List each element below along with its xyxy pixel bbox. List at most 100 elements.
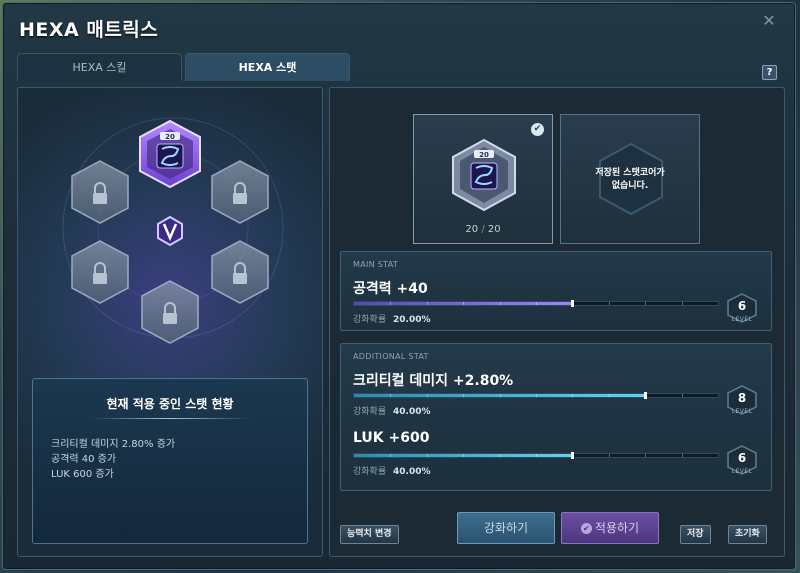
rate-value: 40.00% (393, 407, 431, 417)
main-stat-progress-bar (353, 300, 719, 307)
main-stat-name: 공격력 +40 (353, 281, 428, 297)
main-stat-row: 공격력 +40 강화확률 20.00% 6 LEVEL (353, 278, 763, 338)
progress-knob (644, 392, 648, 399)
additional-stat-rate: 강화확률 40.00% (353, 404, 431, 417)
applied-stat-line: LUK 600 증가 (51, 469, 114, 480)
progress-tick (390, 454, 392, 457)
additional-stat-row: 크리티컬 데미지 +2.80% 강화확률 40.00% 8 LEVEL (353, 370, 763, 430)
core-count: 20 / 20 (414, 224, 552, 235)
additional-stat-name: LUK +600 (353, 430, 430, 446)
progress-tick (499, 302, 501, 305)
hex-matrix-panel: 20 현재 적용 중인 스탯 현황 크리티컬 데미지 2.80% 증가 공격력 … (17, 87, 323, 557)
additional-stat-progress-bar (353, 392, 719, 399)
level-value: 6 (737, 451, 747, 465)
progress-tick (536, 454, 537, 457)
title-divider (90, 418, 250, 419)
core-count-max: 20 (487, 224, 501, 235)
core-count-separator: / (481, 224, 485, 235)
apply-button[interactable]: ✔ 적용하기 (561, 512, 659, 544)
locked-slot-bottom (141, 280, 199, 344)
no-saved-core-line1: 저장된 스탯코어가 (595, 168, 665, 178)
applied-stat-line: 공격력 40 증가 (51, 454, 117, 465)
rate-value: 40.00% (393, 467, 431, 477)
rate-label: 강화확률 (353, 315, 387, 325)
reset-button[interactable]: 초기화 (728, 525, 767, 544)
no-saved-core-message: 저장된 스탯코어가 없습니다. (561, 167, 699, 193)
rate-label: 강화확률 (353, 407, 387, 417)
change-stat-button[interactable]: 능력치 변경 (340, 525, 399, 544)
tab-hexa-skill[interactable]: HEXA 스킬 (17, 53, 182, 81)
hexa-matrix-window: HEXA 매트릭스 ✕ HEXA 스킬 HEXA 스탯 ? 20 현재 적용 중… (2, 2, 796, 570)
check-circle-icon: ✔ (580, 523, 592, 534)
main-stat-rate: 강화확률 20.00% (353, 312, 431, 325)
additional-stat-progress-bar (353, 452, 719, 459)
hexa-v-emblem-icon (157, 215, 183, 247)
rate-label: 강화확률 (353, 467, 387, 477)
progress-tick (608, 394, 610, 397)
additional-stat-row: LUK +600 강화확률 40.00% 6 LEVEL (353, 430, 763, 490)
active-core-slot[interactable] (139, 119, 201, 189)
core-count-current: 20 (465, 224, 479, 235)
progress-tick (463, 454, 465, 457)
progress-tick (572, 394, 574, 397)
additional-stat-rate: 강화확률 40.00% (353, 464, 431, 477)
progress-tick (536, 394, 537, 397)
locked-slot-bottom-left (71, 240, 129, 304)
progress-tick (499, 394, 501, 397)
level-label: LEVEL (731, 408, 753, 415)
progress-tick (645, 454, 647, 457)
hex-grid: 20 (62, 117, 284, 344)
progress-tick (390, 394, 392, 397)
additional-stat-label: ADDITIONAL STAT (353, 352, 429, 361)
selected-stat-core-card[interactable]: ✔ 20 20 / 20 (413, 114, 553, 244)
status-box-title: 현재 적용 중인 스탯 현황 (106, 397, 234, 411)
main-stat-label: MAIN STAT (353, 260, 399, 269)
additional-stat-level-badge: 6 LEVEL (725, 445, 759, 475)
progress-tick (426, 454, 428, 457)
additional-stat-level-badge: 8 LEVEL (725, 385, 759, 415)
progress-tick (608, 454, 610, 457)
apply-button-label: 적용하기 (594, 521, 640, 535)
locked-slot-top-left (71, 160, 129, 224)
check-icon: ✔ (531, 123, 544, 136)
progress-knob (571, 300, 575, 307)
tab-hexa-stat[interactable]: HEXA 스탯 (185, 53, 350, 81)
level-value: 6 (737, 299, 747, 313)
progress-tick (536, 302, 537, 305)
save-button[interactable]: 저장 (680, 525, 711, 544)
progress-tick (681, 302, 683, 305)
rate-value: 20.00% (393, 315, 431, 325)
progress-tick (645, 302, 647, 305)
applied-stat-list: 크리티컬 데미지 2.80% 증가 공격력 40 증가 LUK 600 증가 (51, 437, 307, 482)
applied-stat-line: 크리티컬 데미지 2.80% 증가 (51, 439, 176, 450)
progress-tick (426, 394, 428, 397)
progress-tick (499, 454, 501, 457)
additional-stat-section: ADDITIONAL STAT 크리티컬 데미지 +2.80% 강화확률 40.… (340, 343, 772, 491)
main-stat-section: MAIN STAT 공격력 +40 강화확률 20.00% 6 LEVEL (340, 251, 772, 331)
stat-detail-panel: ✔ 20 20 / 20 저장된 스탯코어가 없습니다. MAIN STAT 공… (329, 87, 785, 557)
enhance-button[interactable]: 강화하기 (457, 512, 555, 544)
progress-knob (571, 452, 575, 459)
level-label: LEVEL (731, 316, 753, 323)
saved-stat-core-card[interactable]: 저장된 스탯코어가 없습니다. (560, 114, 700, 244)
progress-tick (463, 394, 465, 397)
progress-tick (390, 302, 392, 305)
progress-tick (426, 302, 428, 305)
progress-tick (463, 302, 465, 305)
core-badge: 20 (479, 151, 489, 159)
locked-slot-bottom-right (211, 240, 269, 304)
stat-core-hex: 20 (452, 138, 516, 212)
applied-stat-status-box: 현재 적용 중인 스탯 현황 크리티컬 데미지 2.80% 증가 공격력 40 … (32, 378, 308, 544)
level-value: 8 (737, 391, 747, 405)
progress-tick (681, 394, 683, 397)
main-stat-level-badge: 6 LEVEL (725, 293, 759, 323)
level-label: LEVEL (731, 468, 753, 475)
close-icon[interactable]: ✕ (761, 13, 777, 29)
window-title: HEXA 매트릭스 (19, 19, 159, 41)
additional-stat-name: 크리티컬 데미지 +2.80% (353, 373, 514, 389)
progress-tick (681, 454, 683, 457)
help-icon[interactable]: ? (762, 65, 777, 80)
active-core-badge: 20 (165, 133, 175, 141)
progress-tick (608, 302, 610, 305)
no-saved-core-line2: 없습니다. (611, 181, 649, 191)
